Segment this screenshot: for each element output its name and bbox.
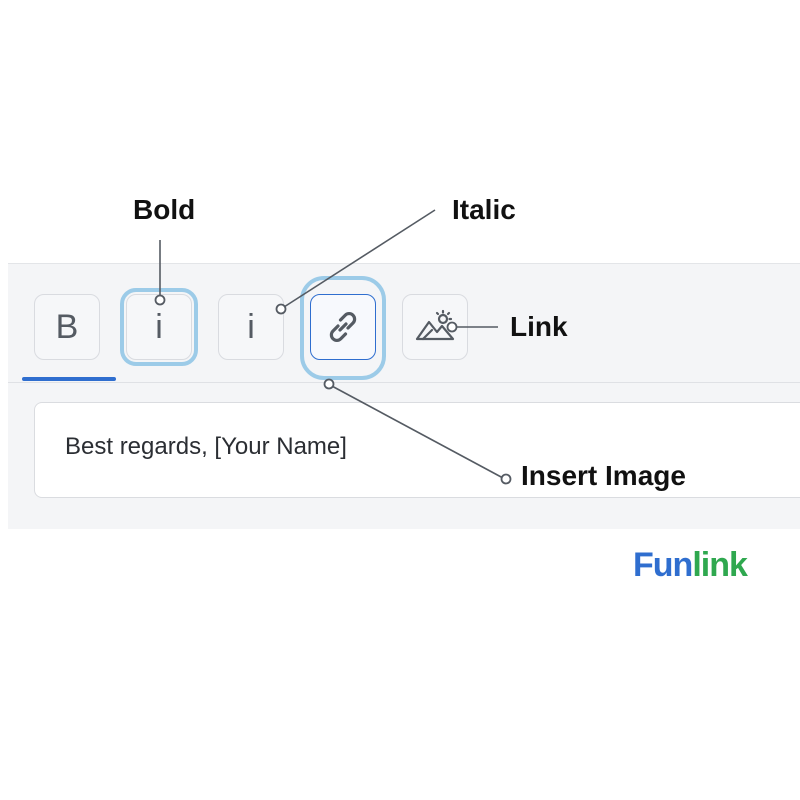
message-body-text: Best regards, [Your Name] xyxy=(65,433,347,460)
logo-text-fun: Fun xyxy=(633,546,693,584)
active-tab-indicator xyxy=(22,377,116,381)
callout-label-italic: Italic xyxy=(452,194,516,225)
link-icon xyxy=(329,312,357,342)
annotated-editor-screenshot: B i i Best regards, [Your Name] Bold Ita… xyxy=(0,0,800,800)
formatting-toolbar: B i i xyxy=(8,264,800,383)
italic-button-secondary[interactable]: i xyxy=(218,294,284,360)
link-button[interactable] xyxy=(310,294,376,360)
logo-text-link: link xyxy=(692,546,748,584)
insert-image-icon xyxy=(415,309,455,341)
bold-icon: B xyxy=(55,308,79,346)
italic-icon: i xyxy=(247,308,255,346)
italic-icon: i xyxy=(155,308,163,346)
callout-label-link: Link xyxy=(510,311,568,342)
callout-label-insert-image: Insert Image xyxy=(521,460,686,491)
callout-label-bold: Bold xyxy=(133,194,196,225)
funlink-logo: Funlink xyxy=(633,546,748,585)
insert-image-button[interactable] xyxy=(402,294,468,360)
bold-button[interactable]: B xyxy=(34,294,100,360)
italic-button[interactable]: i xyxy=(126,294,192,360)
